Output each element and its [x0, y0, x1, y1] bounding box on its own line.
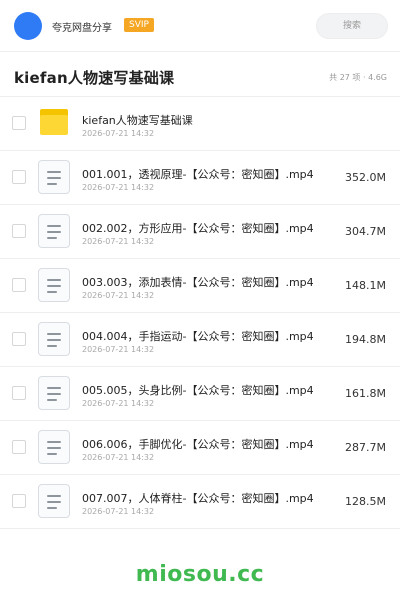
item-date: 2026-07-21 14:32: [82, 453, 155, 462]
item-name: 007.007，人体脊柱-【公众号：密知圈】.mp4: [82, 492, 314, 505]
document-icon: [38, 430, 70, 464]
list-item[interactable]: 002.002，方形应用-【公众号：密知圈】.mp4 2026-07-21 14…: [0, 205, 400, 259]
document-icon: [38, 214, 70, 248]
item-date: 2026-07-21 14:32: [82, 183, 155, 192]
list-item[interactable]: 005.005，头身比例-【公众号：密知圈】.mp4 2026-07-21 14…: [0, 367, 400, 421]
item-size: 161.8M: [345, 387, 386, 400]
document-icon: [38, 484, 70, 518]
select-checkbox[interactable]: [12, 170, 26, 184]
item-size: 128.5M: [345, 495, 386, 508]
document-icon: [38, 268, 70, 302]
item-date: 2026-07-21 14:32: [82, 237, 155, 246]
item-date: 2026-07-21 14:32: [82, 129, 155, 138]
item-name: 003.003，添加表情-【公众号：密知圈】.mp4: [82, 276, 314, 289]
item-name: 006.006，手脚优化-【公众号：密知圈】.mp4: [82, 438, 314, 451]
item-date: 2026-07-21 14:32: [82, 507, 155, 516]
watermark-brand: miosou.cc: [135, 562, 265, 587]
select-checkbox[interactable]: [12, 278, 26, 292]
search-input[interactable]: 搜索: [316, 13, 388, 39]
item-name: 001.001，透视原理-【公众号：密知圈】.mp4: [82, 168, 314, 181]
document-icon: [38, 322, 70, 356]
item-size: 287.7M: [345, 441, 386, 454]
document-icon: [38, 160, 70, 194]
app-name: 夸克网盘分享: [52, 23, 112, 34]
item-date: 2026-07-21 14:32: [82, 291, 155, 300]
list-item[interactable]: 003.003，添加表情-【公众号：密知圈】.mp4 2026-07-21 14…: [0, 259, 400, 313]
list-item[interactable]: kiefan人物速写基础课 2026-07-21 14:32: [0, 97, 400, 151]
item-name: 004.004，手指运动-【公众号：密知圈】.mp4: [82, 330, 314, 343]
file-list: kiefan人物速写基础课 2026-07-21 14:32 001.001，透…: [0, 97, 400, 529]
item-size: 352.0M: [345, 171, 386, 184]
list-item[interactable]: 007.007，人体脊柱-【公众号：密知圈】.mp4 2026-07-21 14…: [0, 475, 400, 529]
select-checkbox[interactable]: [12, 494, 26, 508]
select-checkbox[interactable]: [12, 332, 26, 346]
item-date: 2026-07-21 14:32: [82, 345, 155, 354]
svip-badge: SVIP: [124, 18, 154, 32]
folder-title-bar: kiefan人物速写基础课 共 27 项 · 4.6G: [0, 52, 400, 97]
item-date: 2026-07-21 14:32: [82, 399, 155, 408]
app-header: 夸克网盘分享 SVIP 搜索: [0, 0, 400, 52]
list-item[interactable]: 001.001，透视原理-【公众号：密知圈】.mp4 2026-07-21 14…: [0, 151, 400, 205]
item-size: 304.7M: [345, 225, 386, 238]
page-title: kiefan人物速写基础课: [14, 69, 175, 87]
avatar[interactable]: [14, 12, 42, 40]
select-checkbox[interactable]: [12, 116, 26, 130]
item-count-summary: 共 27 项 · 4.6G: [329, 73, 387, 82]
document-icon: [38, 376, 70, 410]
item-name: kiefan人物速写基础课: [82, 114, 193, 127]
item-name: 002.002，方形应用-【公众号：密知圈】.mp4: [82, 222, 314, 235]
select-checkbox[interactable]: [12, 224, 26, 238]
item-name: 005.005，头身比例-【公众号：密知圈】.mp4: [82, 384, 314, 397]
select-checkbox[interactable]: [12, 440, 26, 454]
select-checkbox[interactable]: [12, 386, 26, 400]
item-size: 194.8M: [345, 333, 386, 346]
list-item[interactable]: 006.006，手脚优化-【公众号：密知圈】.mp4 2026-07-21 14…: [0, 421, 400, 475]
folder-icon: [40, 109, 68, 135]
item-size: 148.1M: [345, 279, 386, 292]
list-item[interactable]: 004.004，手指运动-【公众号：密知圈】.mp4 2026-07-21 14…: [0, 313, 400, 367]
